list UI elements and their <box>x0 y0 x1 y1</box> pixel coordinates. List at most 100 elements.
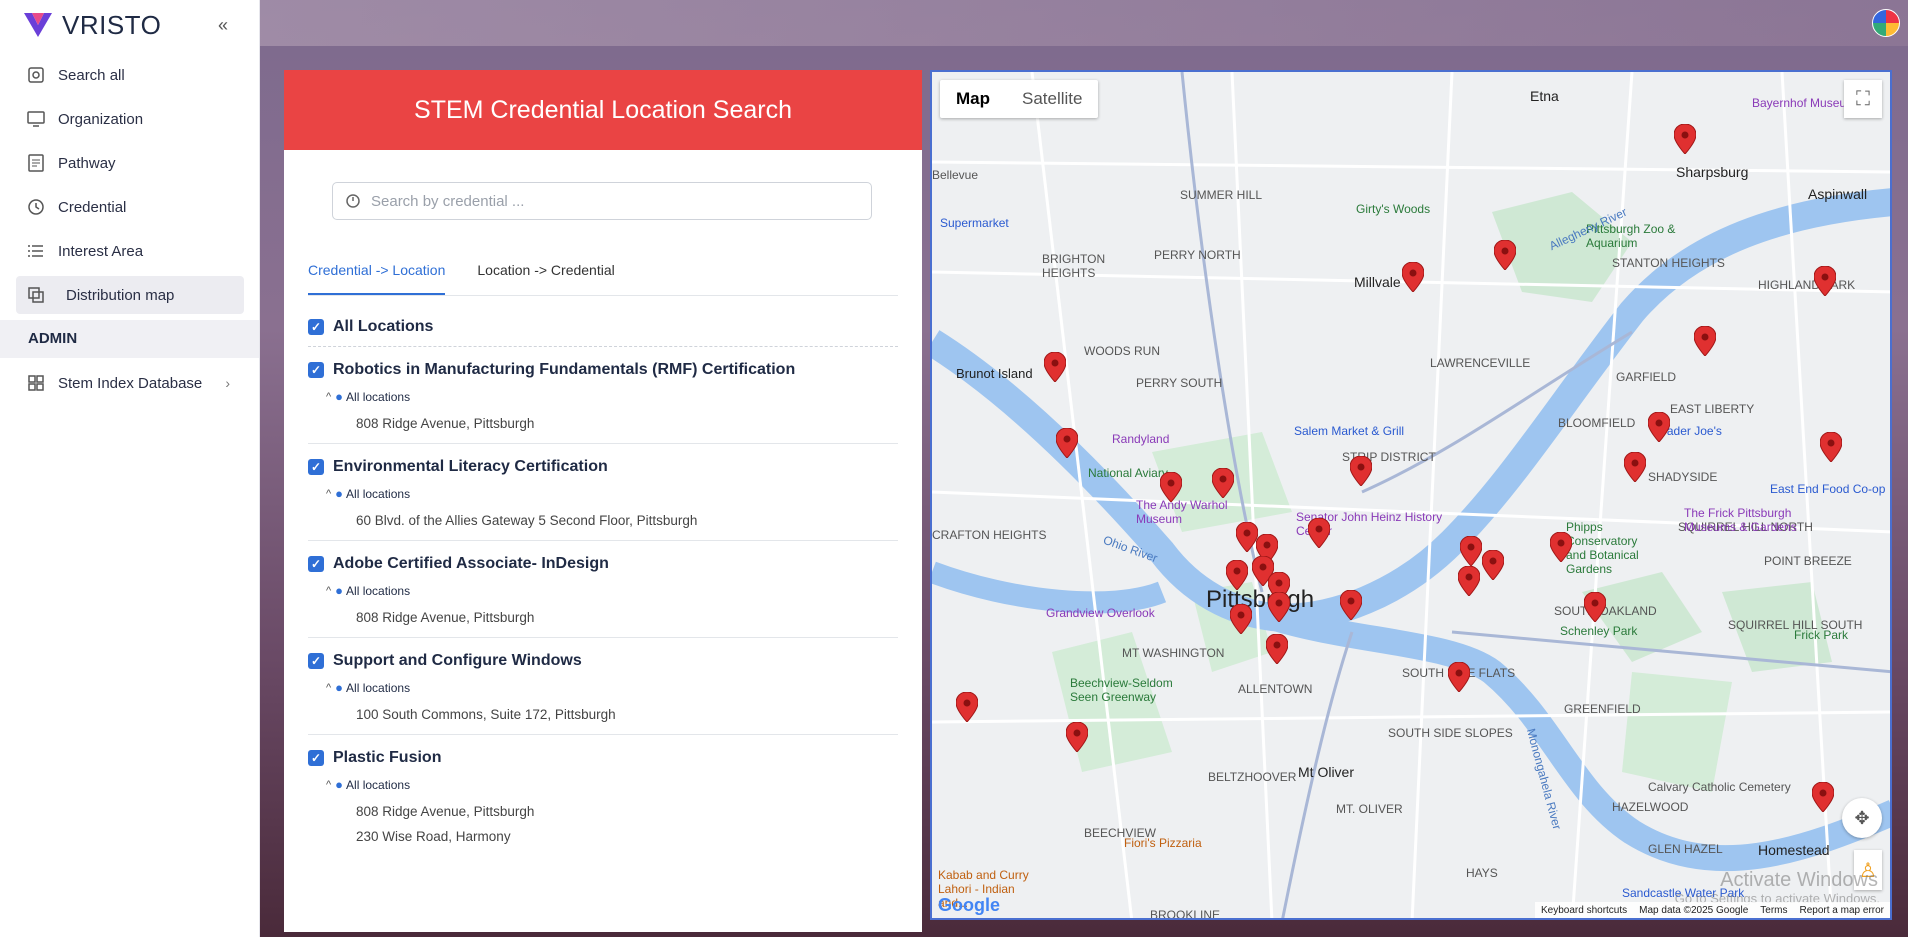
map-marker[interactable] <box>956 692 978 722</box>
google-logo: Google <box>938 895 1000 915</box>
locations-toggle[interactable]: ^ ● All locations <box>326 680 898 695</box>
search-icon <box>28 67 44 83</box>
map-data-attribution: Map data ©2025 Google <box>1639 904 1749 916</box>
map-marker[interactable] <box>1814 266 1836 296</box>
report-map-error-link[interactable]: Report a map error <box>1800 905 1884 916</box>
map-marker[interactable] <box>1584 592 1606 622</box>
location-address[interactable]: 808 Ridge Avenue, Pittsburgh <box>356 804 898 819</box>
credential-checkbox[interactable]: ✓ <box>308 556 324 572</box>
clock-icon <box>28 199 44 215</box>
map-label: SHADYSIDE <box>1648 470 1718 484</box>
map-marker[interactable] <box>1482 550 1504 580</box>
location-address[interactable]: 100 South Commons, Suite 172, Pittsburgh <box>356 707 898 722</box>
keyboard-shortcuts-link[interactable]: Keyboard shortcuts <box>1541 905 1627 916</box>
location-pin-icon: ● <box>335 777 344 792</box>
search-box[interactable] <box>332 182 872 220</box>
credential-item: ✓ Adobe Certified Associate- InDesign ^ … <box>308 541 898 638</box>
sidebar-item-label: Stem Index Database <box>58 374 203 392</box>
map-marker[interactable] <box>1624 452 1646 482</box>
map-marker[interactable] <box>1694 326 1716 356</box>
map-label: GARFIELD <box>1616 370 1677 384</box>
camera-control-icon[interactable]: ✥ <box>1842 798 1882 838</box>
collapse-sidebar-button[interactable]: « <box>218 15 228 36</box>
locations-toggle[interactable]: ^ ● All locations <box>326 389 898 404</box>
map-marker[interactable] <box>1226 560 1248 590</box>
user-avatar[interactable] <box>1872 9 1900 37</box>
credential-list: ✓ All Locations ✓ Robotics in Manufactur… <box>308 308 898 856</box>
credential-name: Robotics in Manufacturing Fundamentals (… <box>333 361 796 378</box>
map-marker[interactable] <box>1056 428 1078 458</box>
map-labels: Etna Sharpsburg Aspinwall Millvale SUMME… <box>932 72 1890 918</box>
map-marker[interactable] <box>1236 522 1258 552</box>
map-marker[interactable] <box>1066 722 1088 752</box>
map-marker[interactable] <box>1212 468 1234 498</box>
map-marker[interactable] <box>1044 352 1066 382</box>
locations-label: All locations <box>346 583 411 598</box>
locations-toggle[interactable]: ^ ● All locations <box>326 486 898 501</box>
all-locations-row[interactable]: ✓ All Locations <box>308 308 898 347</box>
map-marker[interactable] <box>1648 412 1670 442</box>
map-marker[interactable] <box>1350 456 1372 486</box>
location-address[interactable]: 230 Wise Road, Harmony <box>356 829 898 844</box>
locations-label: All locations <box>346 486 411 501</box>
map-label: MT. OLIVER <box>1336 802 1403 816</box>
map-marker[interactable] <box>1340 590 1362 620</box>
credential-checkbox[interactable]: ✓ <box>308 653 324 669</box>
chevron-up-icon: ^ <box>326 778 332 791</box>
map-marker[interactable] <box>1550 532 1572 562</box>
location-address[interactable]: 808 Ridge Avenue, Pittsburgh <box>356 416 898 431</box>
sidebar-item-interest-area[interactable]: Interest Area <box>16 232 244 270</box>
app-logo[interactable]: VRISTO <box>22 10 161 40</box>
credential-title-row[interactable]: ✓ Adobe Certified Associate- InDesign <box>308 555 898 573</box>
fullscreen-icon[interactable]: ⛶ <box>1844 80 1882 118</box>
map-marker[interactable] <box>1460 536 1482 566</box>
map-marker[interactable] <box>1674 124 1696 154</box>
map-marker[interactable] <box>1448 662 1470 692</box>
sidebar-item-stem-index-database[interactable]: Stem Index Database › <box>16 364 244 402</box>
map-marker[interactable] <box>1494 240 1516 270</box>
sidebar-item-credential[interactable]: Credential <box>16 188 244 226</box>
map-marker[interactable] <box>1268 592 1290 622</box>
credential-checkbox[interactable]: ✓ <box>308 750 324 766</box>
map-marker[interactable] <box>1402 262 1424 292</box>
locations-label: All locations <box>346 389 411 404</box>
distribution-map[interactable]: Etna Sharpsburg Aspinwall Millvale SUMME… <box>930 70 1892 920</box>
map-view-button[interactable]: Map <box>940 80 1006 118</box>
map-label: Millvale <box>1354 274 1401 290</box>
credential-checkbox[interactable]: ✓ <box>308 459 324 475</box>
map-marker[interactable] <box>1812 782 1834 812</box>
locations-toggle[interactable]: ^ ● All locations <box>326 777 898 792</box>
map-label: Etna <box>1530 88 1559 104</box>
map-marker[interactable] <box>1230 604 1252 634</box>
map-marker[interactable] <box>1160 472 1182 502</box>
tab-location-to-credential[interactable]: Location -> Credential <box>477 262 614 295</box>
map-marker[interactable] <box>1820 432 1842 462</box>
app-name: VRISTO <box>62 9 162 40</box>
map-marker[interactable] <box>1266 634 1288 664</box>
tab-credential-to-location[interactable]: Credential -> Location <box>308 262 446 295</box>
credential-checkbox[interactable]: ✓ <box>308 362 324 378</box>
top-bar <box>260 0 1908 46</box>
credential-title-row[interactable]: ✓ Support and Configure Windows <box>308 652 898 670</box>
credential-title-row[interactable]: ✓ Plastic Fusion <box>308 749 898 767</box>
sidebar-item-organization[interactable]: Organization <box>16 100 244 138</box>
location-address[interactable]: 60 Blvd. of the Allies Gateway 5 Second … <box>356 513 898 528</box>
sidebar-item-search-all[interactable]: Search all <box>16 56 244 94</box>
sidebar-item-label: Pathway <box>58 154 116 172</box>
terms-link[interactable]: Terms <box>1760 905 1787 916</box>
credential-title-row[interactable]: ✓ Environmental Literacy Certification <box>308 458 898 476</box>
checkbox-all-locations[interactable]: ✓ <box>308 319 324 335</box>
credential-title-row[interactable]: ✓ Robotics in Manufacturing Fundamentals… <box>308 361 898 379</box>
map-label: GLEN HAZEL <box>1648 842 1723 856</box>
map-label: Bayernhof Museum <box>1752 96 1857 110</box>
locations-toggle[interactable]: ^ ● All locations <box>326 583 898 598</box>
map-marker[interactable] <box>1458 566 1480 596</box>
map-label: PERRY NORTH <box>1154 248 1241 262</box>
map-marker[interactable] <box>1308 518 1330 548</box>
map-label: ALLENTOWN <box>1238 682 1313 696</box>
satellite-view-button[interactable]: Satellite <box>1006 80 1098 118</box>
sidebar-item-distribution-map[interactable]: Distribution map <box>16 276 244 314</box>
sidebar-item-pathway[interactable]: Pathway <box>16 144 244 182</box>
search-input[interactable] <box>369 191 853 211</box>
location-address[interactable]: 808 Ridge Avenue, Pittsburgh <box>356 610 898 625</box>
